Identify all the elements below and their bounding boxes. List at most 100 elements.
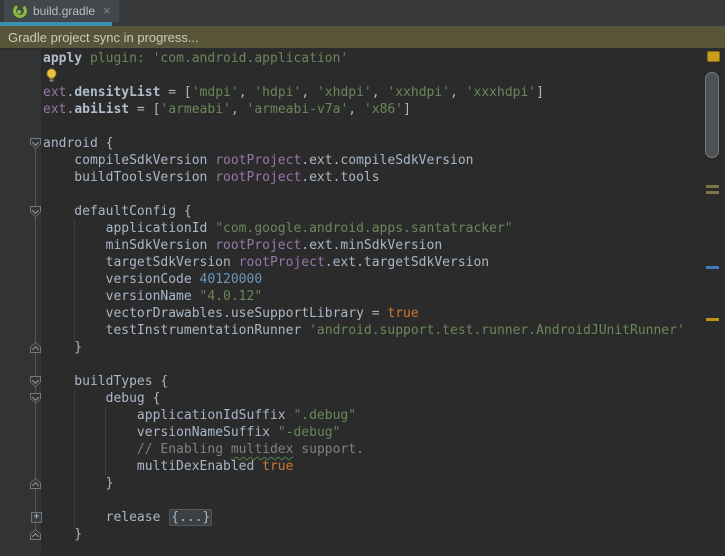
code-token: testInstrumentationRunner bbox=[43, 323, 309, 338]
code-line: versionNameSuffix "-debug" bbox=[43, 424, 685, 441]
fold-marker-end-icon[interactable] bbox=[30, 529, 41, 540]
gradle-sync-text: Gradle project sync in progress... bbox=[0, 30, 199, 45]
code-token: abiList bbox=[74, 102, 129, 117]
code-line: buildToolsVersion rootProject.ext.tools bbox=[43, 169, 685, 186]
code-token bbox=[82, 51, 90, 66]
ide-window: build.gradle × Gradle project sync in pr… bbox=[0, 0, 725, 556]
code-token: 'android.support.test.runner.AndroidJUni… bbox=[309, 323, 685, 338]
code-line: // Enabling multidex support. bbox=[43, 441, 685, 458]
code-token: } bbox=[43, 476, 113, 491]
code-token: "com.google.android.apps.santatracker" bbox=[215, 221, 512, 236]
code-token bbox=[43, 442, 137, 457]
code-line: testInstrumentationRunner 'android.suppo… bbox=[43, 322, 685, 339]
code-token: 'x86' bbox=[364, 102, 403, 117]
code-token: 'xhdpi' bbox=[317, 85, 372, 100]
tab-label: build.gradle bbox=[33, 4, 95, 18]
fold-marker-collapsed-icon[interactable]: + bbox=[31, 512, 42, 523]
tab-build-gradle[interactable]: build.gradle × bbox=[4, 0, 119, 22]
code-token: 'mdpi' bbox=[192, 85, 239, 100]
editor-tab-bar: build.gradle × bbox=[0, 0, 725, 26]
code-token: true bbox=[387, 306, 418, 321]
code-line: vectorDrawables.useSupportLibrary = true bbox=[43, 305, 685, 322]
fold-marker-open-icon[interactable] bbox=[30, 376, 41, 387]
fold-marker-open-icon[interactable] bbox=[30, 206, 41, 217]
code-token: plugin: bbox=[90, 51, 145, 66]
code-token: debug { bbox=[43, 391, 160, 406]
code-token: buildTypes { bbox=[43, 374, 168, 389]
code-line: } bbox=[43, 339, 685, 356]
folded-code-region[interactable]: {...} bbox=[169, 509, 212, 526]
code-token bbox=[145, 51, 153, 66]
code-token: 'hdpi' bbox=[254, 85, 301, 100]
code-line: versionName "4.0.12" bbox=[43, 288, 685, 305]
inspection-status-indicator[interactable] bbox=[707, 51, 720, 62]
code-token: = [ bbox=[129, 102, 160, 117]
code-token: android { bbox=[43, 136, 113, 151]
code-line: debug { bbox=[43, 390, 685, 407]
code-token: 'com.android.application' bbox=[153, 51, 349, 66]
code-line bbox=[43, 492, 685, 509]
code-line: applicationIdSuffix ".debug" bbox=[43, 407, 685, 424]
error-stripe-mark-warning[interactable] bbox=[706, 318, 719, 321]
code-token: 40120000 bbox=[200, 272, 263, 287]
code-token: rootProject bbox=[239, 255, 325, 270]
code-token: true bbox=[262, 459, 293, 474]
code-token: apply bbox=[43, 51, 82, 66]
code-token: ] bbox=[403, 102, 411, 117]
gradle-sync-banner: Gradle project sync in progress... bbox=[0, 26, 725, 49]
code-token: rootProject bbox=[215, 238, 301, 253]
code-editor[interactable]: + apply plugin: 'com.android.application… bbox=[0, 49, 725, 556]
code-line bbox=[43, 67, 685, 84]
code-token: versionCode bbox=[43, 272, 200, 287]
code-line: } bbox=[43, 475, 685, 492]
code-token: , bbox=[372, 85, 388, 100]
code-token: applicationId bbox=[43, 221, 215, 236]
code-token: 'xxhdpi' bbox=[387, 85, 450, 100]
code-token: "-debug" bbox=[278, 425, 341, 440]
code-area[interactable]: apply plugin: 'com.android.application' e… bbox=[43, 50, 685, 543]
code-token: , bbox=[239, 85, 255, 100]
code-token: versionNameSuffix bbox=[43, 425, 278, 440]
code-token: compileSdkVersion bbox=[43, 153, 215, 168]
code-line: multiDexEnabled true bbox=[43, 458, 685, 475]
code-line bbox=[43, 118, 685, 135]
code-token: release bbox=[43, 510, 168, 525]
code-token: targetSdkVersion bbox=[43, 255, 239, 270]
intention-bulb-icon[interactable] bbox=[45, 68, 58, 83]
error-stripe-mark-warning[interactable] bbox=[706, 185, 719, 188]
tab-close-icon[interactable]: × bbox=[103, 5, 111, 17]
code-line: release {...} bbox=[43, 509, 685, 526]
gradle-icon bbox=[12, 3, 28, 19]
code-token: minSdkVersion bbox=[43, 238, 215, 253]
code-line: android { bbox=[43, 135, 685, 152]
editor-gutter: + bbox=[0, 49, 41, 556]
code-line: defaultConfig { bbox=[43, 203, 685, 220]
code-token: rootProject bbox=[215, 153, 301, 168]
code-token: 'xxxhdpi' bbox=[466, 85, 536, 100]
code-token: , bbox=[301, 85, 317, 100]
code-token: 'armeabi' bbox=[160, 102, 230, 117]
code-line: applicationId "com.google.android.apps.s… bbox=[43, 220, 685, 237]
scrollbar-thumb[interactable] bbox=[705, 72, 719, 158]
fold-marker-open-icon[interactable] bbox=[30, 393, 41, 404]
code-line: apply plugin: 'com.android.application' bbox=[43, 50, 685, 67]
code-line: compileSdkVersion rootProject.ext.compil… bbox=[43, 152, 685, 169]
code-token: multidex bbox=[231, 442, 294, 457]
code-token: ".debug" bbox=[293, 408, 356, 423]
code-line: versionCode 40120000 bbox=[43, 271, 685, 288]
fold-marker-open-icon[interactable] bbox=[30, 138, 41, 149]
code-token: = [ bbox=[160, 85, 191, 100]
code-line: buildTypes { bbox=[43, 373, 685, 390]
code-line: minSdkVersion rootProject.ext.minSdkVers… bbox=[43, 237, 685, 254]
code-line bbox=[43, 186, 685, 203]
fold-marker-end-icon[interactable] bbox=[30, 342, 41, 353]
code-token: ext bbox=[43, 85, 66, 100]
code-token: 'armeabi-v7a' bbox=[247, 102, 349, 117]
code-token: } bbox=[43, 340, 82, 355]
code-token: versionName bbox=[43, 289, 200, 304]
code-token: densityList bbox=[74, 85, 160, 100]
code-token: ext bbox=[43, 102, 66, 117]
fold-marker-end-icon[interactable] bbox=[30, 478, 41, 489]
error-stripe-mark-warning[interactable] bbox=[706, 191, 719, 194]
error-stripe-mark-info[interactable] bbox=[706, 266, 719, 269]
